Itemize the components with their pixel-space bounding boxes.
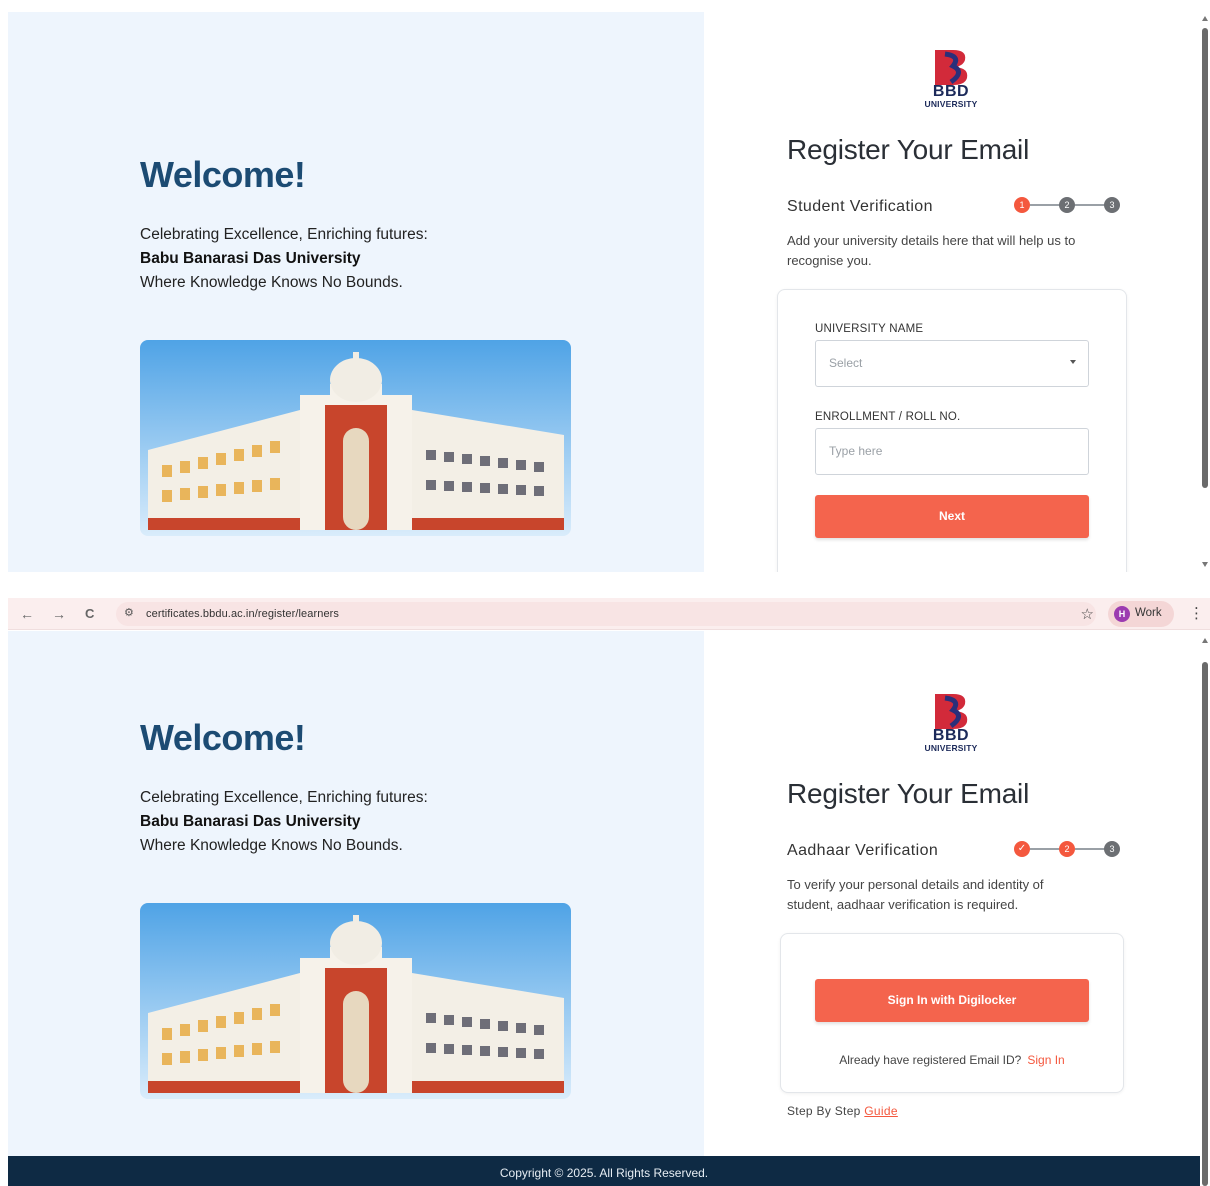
guide-prefix: Step By Step [787,1104,861,1118]
enrollment-label: ENROLLMENT / ROLL NO. [815,411,961,423]
step-title: Student Verification [787,198,933,215]
bbd-university-logo: BBD UNIVERSITY [918,692,984,753]
bookmark-star-icon[interactable]: ☆ [1081,605,1094,623]
step-1-dot: 1 [1014,197,1030,213]
tagline-line-1: Celebrating Excellence, Enriching future… [140,789,428,806]
digilocker-signin-button[interactable]: Sign In with Digilocker [815,979,1089,1022]
address-bar[interactable]: ⚙ certificates.bbdu.ac.in/register/learn… [116,602,1096,626]
step-title: Aadhaar Verification [787,842,939,859]
left-panel: Welcome! Celebrating Excellence, Enrichi… [8,631,704,1186]
logo-text: BBD [932,727,970,744]
register-title: Register Your Email [787,134,1030,165]
scroll-up-icon[interactable] [1202,638,1208,643]
site-settings-icon[interactable]: ⚙ [124,606,134,619]
logo-subtext: UNIVERSITY [924,743,978,753]
next-button[interactable]: Next [815,495,1089,538]
step-2-dot: 2 [1059,197,1075,213]
stepper-connector [1030,848,1060,850]
step-3-dot: 3 [1104,841,1120,857]
bottom-screen: Welcome! Celebrating Excellence, Enrichi… [8,631,1200,1186]
avatar: H [1114,606,1130,622]
logo-text: BBD [932,83,970,100]
step-3-dot: 3 [1104,197,1120,213]
tagline-university-name: Babu Banarasi Das University [140,813,361,830]
step-1-check-icon: ✓ [1014,841,1030,857]
footer: Copyright © 2025. All Rights Reserved. [8,1156,1200,1186]
tagline-line-3: Where Knowledge Knows No Bounds. [140,274,403,291]
top-scrollbar[interactable] [1200,14,1210,570]
already-registered-line: Already have registered Email ID? Sign In [781,1053,1123,1067]
scroll-thumb[interactable] [1202,662,1208,1186]
register-title: Register Your Email [787,778,1030,809]
browser-toolbar: ← → C ⚙ certificates.bbdu.ac.in/register… [8,598,1210,630]
profile-button[interactable]: H Work [1108,601,1174,627]
progress-stepper: ✓ 2 3 [1014,840,1120,858]
back-arrow-icon[interactable]: ← [20,606,34,622]
scroll-thumb[interactable] [1202,28,1208,488]
stepper-connector [1030,204,1060,206]
logo-subtext: UNIVERSITY [924,99,978,109]
sign-in-link[interactable]: Sign In [1027,1053,1064,1067]
tagline: Celebrating Excellence, Enriching future… [140,786,428,858]
right-panel: BBD UNIVERSITY Register Your Email Stude… [704,12,1200,572]
chevron-down-icon [1070,360,1076,364]
step-2-dot: 2 [1059,841,1075,857]
reload-icon[interactable]: C [85,606,94,622]
left-panel: Welcome! Celebrating Excellence, Enrichi… [8,12,704,572]
university-details-card: UNIVERSITY NAME Select ENROLLMENT / ROLL… [777,289,1127,572]
progress-stepper: 1 2 3 [1014,196,1120,214]
enrollment-input[interactable]: Type here [815,428,1089,475]
bbd-logo-icon [935,50,968,85]
tagline: Celebrating Excellence, Enriching future… [140,223,428,295]
stepper-connector [1075,204,1105,206]
right-panel: BBD UNIVERSITY Register Your Email Aadha… [704,631,1200,1186]
forward-arrow-icon[interactable]: → [52,606,66,622]
step-by-step-guide: Step By Step Guide [787,1104,898,1118]
tagline-line-1: Celebrating Excellence, Enriching future… [140,226,428,243]
top-screen: Welcome! Celebrating Excellence, Enrichi… [8,12,1200,572]
enrollment-placeholder: Type here [829,444,883,458]
campus-building-image [140,903,571,1099]
tagline-university-name: Babu Banarasi Das University [140,250,361,267]
university-select[interactable]: Select [815,340,1089,387]
welcome-heading: Welcome! [140,154,306,195]
scroll-up-icon[interactable] [1202,16,1208,21]
tagline-line-3: Where Knowledge Knows No Bounds. [140,837,403,854]
bbd-logo-icon [935,694,968,729]
guide-link[interactable]: Guide [864,1104,898,1118]
step-description: To verify your personal details and iden… [787,877,1044,912]
university-name-label: UNIVERSITY NAME [815,323,924,335]
university-select-placeholder: Select [829,356,863,370]
url-text: certificates.bbdu.ac.in/register/learner… [146,608,340,620]
bottom-scrollbar[interactable] [1200,634,1210,1186]
scroll-down-icon[interactable] [1202,562,1208,567]
step-description: Add your university details here that wi… [787,233,1076,268]
more-menu-icon[interactable]: ⋮ [1189,604,1204,622]
bbd-university-logo: BBD UNIVERSITY [918,48,984,109]
aadhaar-verification-card: Sign In with Digilocker Already have reg… [780,933,1124,1093]
campus-building-image [140,340,571,536]
already-registered-text: Already have registered Email ID? [839,1053,1022,1067]
profile-name: Work [1135,607,1162,619]
stepper-connector [1075,848,1105,850]
welcome-heading: Welcome! [140,717,306,758]
